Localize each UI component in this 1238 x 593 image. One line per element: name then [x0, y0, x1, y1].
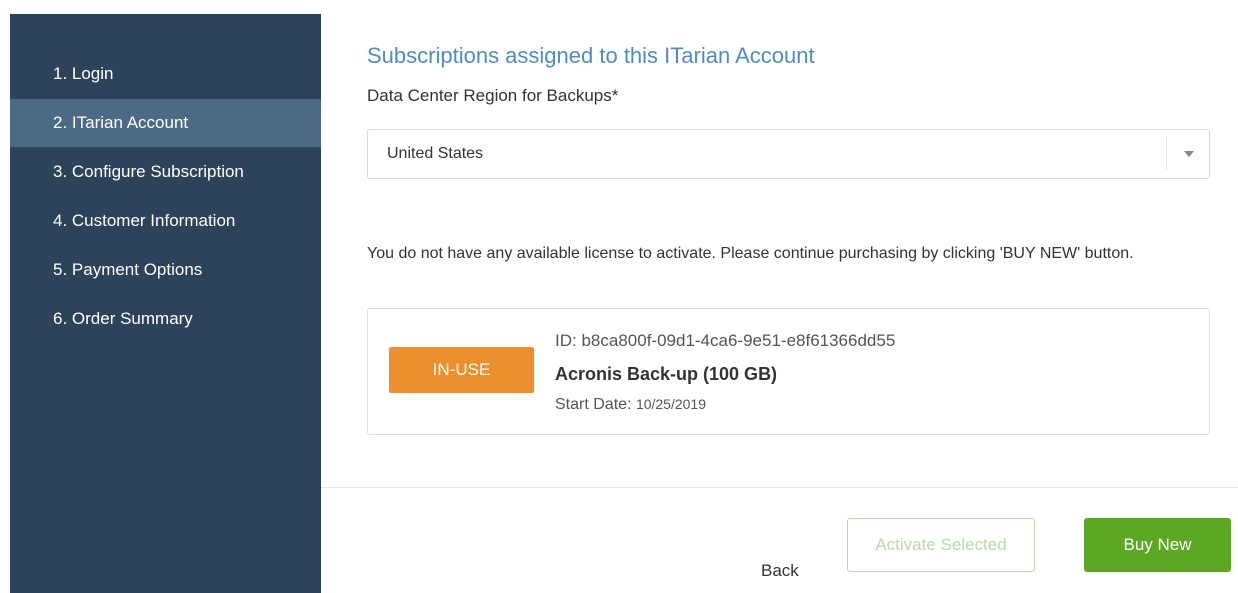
- main-panel: Subscriptions assigned to this ITarian A…: [321, 0, 1238, 593]
- sidebar-item-configure-subscription[interactable]: 3. Configure Subscription: [10, 148, 321, 196]
- license-id: ID: b8ca800f-09d1-4ca6-9e51-e8f61366dd55: [555, 331, 895, 351]
- sidebar-item-label: 2. ITarian Account: [53, 113, 189, 132]
- region-select[interactable]: United States: [367, 129, 1210, 179]
- status-badge: IN-USE: [389, 347, 534, 393]
- back-button[interactable]: Back: [761, 561, 799, 581]
- sidebar-item-label: 5. Payment Options: [53, 260, 203, 279]
- region-label: Data Center Region for Backups*: [367, 86, 619, 105]
- sidebar-item-itarian-account[interactable]: 2. ITarian Account: [10, 99, 321, 147]
- sidebar-item-label: 3. Configure Subscription: [53, 162, 244, 181]
- footer-divider: [321, 487, 1238, 488]
- license-start-date: Start Date: 10/25/2019: [555, 396, 706, 414]
- sidebar-item-label: 4. Customer Information: [53, 211, 236, 230]
- license-card[interactable]: IN-USE ID: b8ca800f-09d1-4ca6-9e51-e8f61…: [367, 308, 1210, 435]
- select-divider: [1166, 138, 1167, 170]
- sidebar-item-login[interactable]: 1. Login: [10, 50, 321, 98]
- sidebar-item-customer-information[interactable]: 4. Customer Information: [10, 197, 321, 245]
- sidebar-item-payment-options[interactable]: 5. Payment Options: [10, 246, 321, 294]
- wizard-sidebar: 1. Login 2. ITarian Account 3. Configure…: [10, 14, 321, 593]
- license-name: Acronis Back-up (100 GB): [555, 364, 778, 384]
- chevron-down-icon[interactable]: [1184, 151, 1194, 157]
- sidebar-item-label: 1. Login: [53, 64, 114, 83]
- start-date-label: Start Date:: [555, 396, 632, 413]
- region-select-value: United States: [387, 145, 484, 162]
- no-license-notice: You do not have any available license to…: [367, 245, 1134, 262]
- sidebar-item-label: 6. Order Summary: [53, 309, 193, 328]
- start-date-value: 10/25/2019: [635, 396, 707, 412]
- page-title: Subscriptions assigned to this ITarian A…: [367, 43, 815, 68]
- license-id-value: b8ca800f-09d1-4ca6-9e51-e8f61366dd55: [581, 331, 896, 350]
- buy-new-button[interactable]: Buy New: [1084, 518, 1231, 572]
- activate-selected-button[interactable]: Activate Selected: [847, 518, 1035, 572]
- sidebar-item-order-summary[interactable]: 6. Order Summary: [10, 295, 321, 343]
- license-id-label: ID:: [555, 331, 577, 350]
